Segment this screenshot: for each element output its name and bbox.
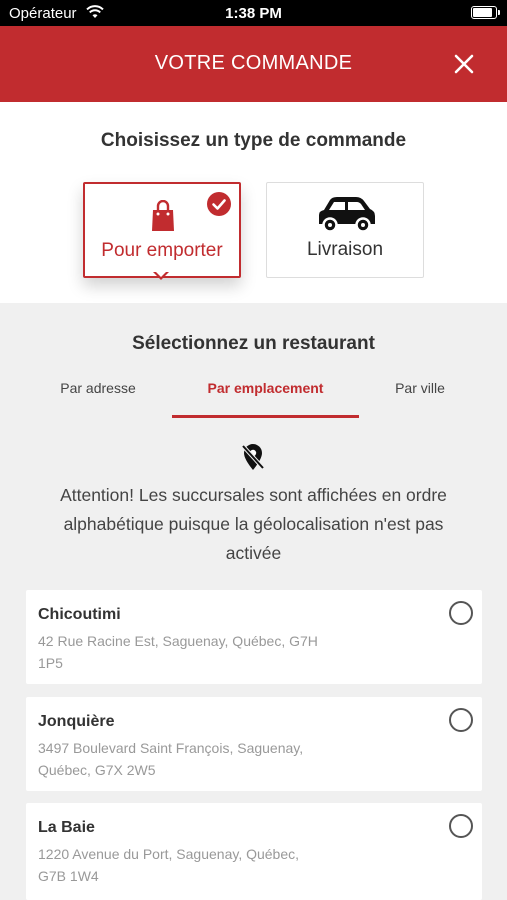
header-bar: VOTRE COMMANDE bbox=[0, 26, 507, 102]
branch-address: 1220 Avenue du Port, Saguenay, Québec, G… bbox=[38, 846, 300, 884]
branch-card-chicoutimi[interactable]: Chicoutimi 42 Rue Racine Est, Saguenay, … bbox=[26, 590, 482, 684]
tab-by-address[interactable]: Par adresse bbox=[28, 380, 168, 418]
branch-name: La Baie bbox=[38, 819, 95, 836]
clock: 1:38 PM bbox=[225, 5, 282, 22]
order-type-heading: Choisissez un type de commande bbox=[100, 130, 407, 151]
order-type-section: Choisissez un type de commande Pour empo… bbox=[0, 102, 507, 303]
delivery-label: Livraison bbox=[306, 239, 384, 260]
branch-radio[interactable] bbox=[449, 601, 473, 625]
tab-by-location[interactable]: Par emplacement bbox=[172, 380, 359, 418]
branch-radio[interactable] bbox=[449, 814, 473, 838]
branch-address: 42 Rue Racine Est, Saguenay, Québec, G7H… bbox=[38, 633, 318, 671]
order-type-delivery[interactable]: Livraison bbox=[266, 182, 424, 278]
page-title: VOTRE COMMANDE bbox=[154, 52, 353, 74]
branch-radio[interactable] bbox=[449, 708, 473, 732]
geolocation-warning: Attention! Les succursales sont affichée… bbox=[60, 485, 447, 563]
branch-name: Jonquière bbox=[38, 713, 115, 730]
order-type-takeout[interactable]: Pour emporter bbox=[83, 182, 241, 278]
tab-by-city[interactable]: Par ville bbox=[360, 380, 480, 418]
shopping-bag-icon bbox=[152, 200, 174, 231]
location-off-icon bbox=[241, 444, 265, 470]
restaurant-heading: Sélectionnez un restaurant bbox=[132, 333, 375, 354]
battery-icon bbox=[471, 6, 500, 19]
branch-address: 3497 Boulevard Saint François, Saguenay,… bbox=[38, 740, 304, 778]
close-icon[interactable] bbox=[453, 53, 475, 75]
branch-name: Chicoutimi bbox=[38, 606, 121, 623]
check-circle-icon bbox=[207, 192, 231, 216]
branch-card-jonquiere[interactable]: Jonquière 3497 Boulevard Saint François,… bbox=[26, 697, 482, 791]
car-icon bbox=[319, 197, 375, 233]
status-bar: Opérateur 1:38 PM bbox=[0, 0, 507, 26]
branch-card-la-baie[interactable]: La Baie 1220 Avenue du Port, Saguenay, Q… bbox=[26, 803, 482, 900]
takeout-label: Pour emporter bbox=[101, 240, 223, 261]
